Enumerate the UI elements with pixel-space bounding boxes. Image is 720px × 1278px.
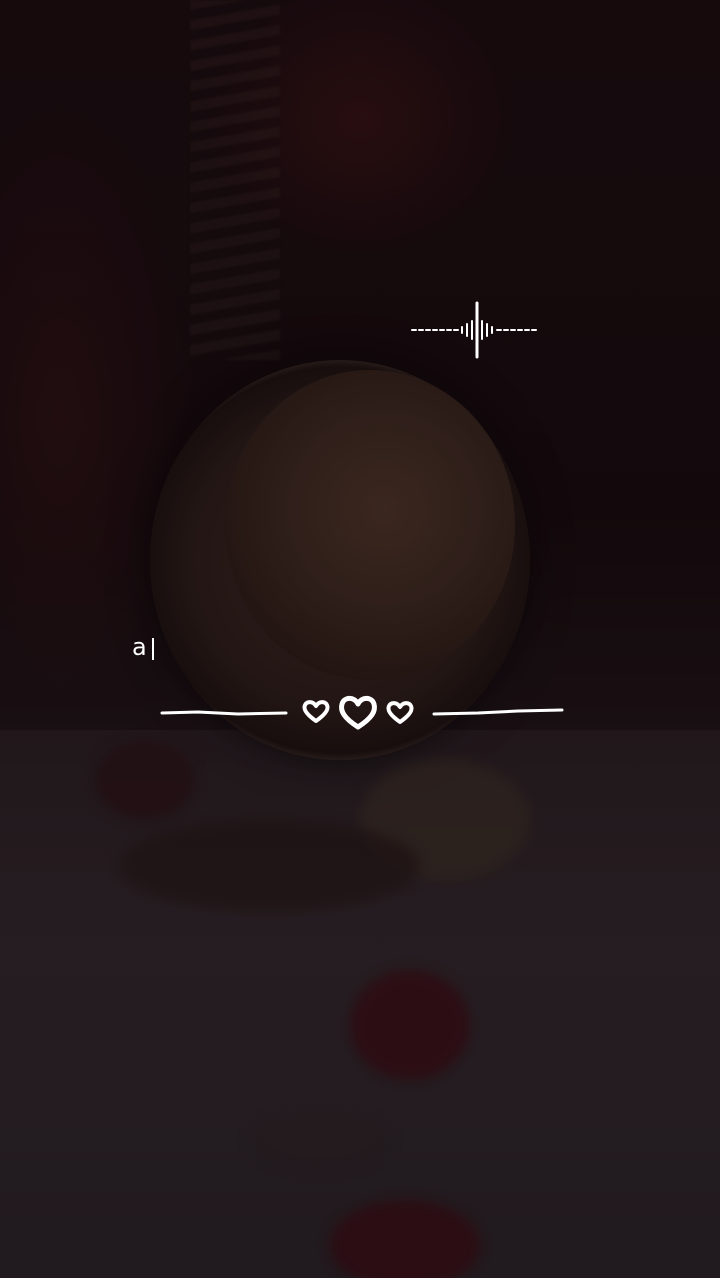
audio-waveform-icon <box>411 301 537 359</box>
lyric-text: a <box>132 633 148 661</box>
heart-icon <box>339 695 377 730</box>
heart-icon <box>386 701 414 724</box>
lyric-line: a <box>132 632 154 662</box>
heart-divider <box>160 695 564 730</box>
divider-line-left <box>160 710 288 716</box>
dark-overlay <box>0 0 720 1278</box>
background-photo <box>0 0 720 1278</box>
divider-line-right <box>432 708 564 716</box>
typing-caret <box>151 638 154 660</box>
heart-icon <box>302 700 330 723</box>
